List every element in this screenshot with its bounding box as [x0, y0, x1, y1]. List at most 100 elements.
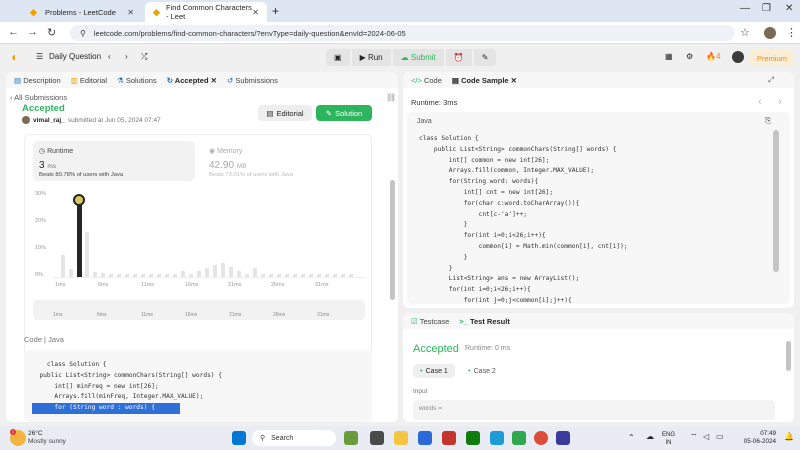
- share-icon[interactable]: ⛓: [386, 93, 396, 102]
- histogram-bar[interactable]: [117, 274, 121, 277]
- solution-button[interactable]: ✎ Solution: [316, 105, 372, 121]
- close-window-icon[interactable]: ✕: [785, 3, 793, 14]
- histogram-bar[interactable]: [309, 274, 313, 277]
- back-icon[interactable]: ←: [8, 26, 19, 38]
- shuffle-icon[interactable]: ⤮: [141, 52, 147, 62]
- prev-problem-icon[interactable]: ‹: [108, 52, 111, 61]
- histogram-bar[interactable]: [349, 274, 353, 277]
- expand-icon[interactable]: ⤢: [768, 75, 774, 85]
- tab-code-sample[interactable]: ▤ Code Sample ✕: [452, 76, 517, 85]
- histogram-bar[interactable]: [109, 274, 113, 277]
- taskbar-search[interactable]: ⚲ Search: [252, 430, 336, 446]
- histogram-bar[interactable]: [133, 274, 137, 277]
- menu-icon[interactable]: ⋮: [786, 26, 797, 39]
- histogram-bar[interactable]: [293, 274, 297, 277]
- submit-button[interactable]: ☁ Submit: [392, 49, 444, 66]
- close-tab-icon[interactable]: ✕: [127, 8, 134, 17]
- edge-icon[interactable]: [490, 431, 504, 445]
- histogram-bar[interactable]: [85, 232, 89, 277]
- app-icon[interactable]: [556, 431, 570, 445]
- tab-test-result[interactable]: >_ Test Result: [459, 317, 510, 326]
- leetcode-logo-icon[interactable]: ◖: [10, 50, 17, 64]
- histogram-bar[interactable]: [213, 265, 217, 277]
- histogram-bar[interactable]: [157, 274, 161, 277]
- url-field[interactable]: ⚲ leetcode.com/problems/find-common-char…: [70, 25, 735, 41]
- runtime-box[interactable]: ◷ Runtime 3 ms Beats 80.78% of users wit…: [33, 141, 195, 181]
- site-info-icon[interactable]: ⚲: [80, 29, 86, 38]
- next-sample-icon[interactable]: ›: [778, 96, 782, 108]
- histogram-bar[interactable]: [181, 271, 185, 277]
- histogram-bar[interactable]: [261, 274, 265, 277]
- app-icon[interactable]: [512, 431, 526, 445]
- bookmark-icon[interactable]: ☆: [740, 26, 750, 39]
- next-problem-icon[interactable]: ›: [125, 52, 128, 61]
- minimize-icon[interactable]: —: [740, 3, 750, 14]
- left-scrollbar[interactable]: [390, 180, 395, 300]
- chevron-up-icon[interactable]: ⌃: [628, 433, 635, 442]
- histogram-bar[interactable]: [93, 272, 97, 277]
- case-1-tab[interactable]: • Case 1: [413, 364, 455, 378]
- case-2-tab[interactable]: • Case 2: [461, 364, 503, 378]
- new-tab-icon[interactable]: +: [272, 4, 279, 18]
- prev-sample-icon[interactable]: ‹: [758, 96, 762, 108]
- histogram-bar[interactable]: [245, 274, 249, 277]
- histogram-bar[interactable]: [101, 273, 105, 277]
- histogram-bar[interactable]: [237, 271, 241, 277]
- histogram-bar[interactable]: [189, 274, 193, 277]
- wifi-icon[interactable]: ⌔: [690, 432, 698, 442]
- app-icon[interactable]: [442, 431, 456, 445]
- copy-icon[interactable]: ⎘: [765, 116, 771, 126]
- avatar[interactable]: [732, 51, 744, 63]
- histogram-bar[interactable]: [333, 274, 337, 277]
- histogram-bar[interactable]: [165, 274, 169, 277]
- histogram-bar[interactable]: [61, 255, 65, 277]
- notes-icon[interactable]: ✎: [473, 49, 497, 66]
- histogram-bar[interactable]: [141, 274, 145, 277]
- avatar[interactable]: [764, 27, 776, 39]
- forward-icon[interactable]: →: [27, 26, 38, 38]
- tab-testcase[interactable]: ☑ Testcase: [411, 317, 449, 326]
- all-submissions-link[interactable]: ‹ All Submissions: [10, 93, 67, 102]
- close-tab-icon[interactable]: ✕: [252, 8, 259, 17]
- task-view-icon[interactable]: [370, 431, 384, 445]
- file-explorer-icon[interactable]: [394, 431, 408, 445]
- histogram-bar[interactable]: [277, 274, 281, 277]
- editorial-button[interactable]: ▤ Editorial: [258, 105, 312, 121]
- tab-editorial[interactable]: ▥ Editorial: [71, 76, 107, 85]
- browser-tab-problems[interactable]: ◆ Problems - LeetCode ✕: [22, 2, 142, 22]
- tab-submissions[interactable]: ↺ Submissions: [227, 76, 278, 85]
- tab-accepted[interactable]: ↻ Accepted ✕: [167, 76, 217, 85]
- input-language[interactable]: ENG IN: [662, 431, 675, 447]
- histogram-bar[interactable]: [325, 274, 329, 277]
- notifications-icon[interactable]: 🔔: [784, 432, 794, 441]
- widget-icon[interactable]: [344, 431, 358, 445]
- reload-icon[interactable]: ↻: [47, 26, 56, 39]
- histogram-bar[interactable]: [301, 274, 305, 277]
- problem-list-icon[interactable]: ☰: [36, 52, 43, 61]
- histogram-bar[interactable]: [317, 274, 321, 277]
- histogram-bar[interactable]: [197, 271, 201, 277]
- username[interactable]: vimal_raj_: [33, 117, 65, 124]
- tab-description[interactable]: ▤ Description: [14, 76, 61, 85]
- volume-icon[interactable]: ◁: [703, 432, 709, 441]
- sample-scrollbar[interactable]: [773, 130, 779, 272]
- premium-button[interactable]: Premium: [750, 50, 794, 66]
- timer-icon[interactable]: ⏰: [445, 49, 472, 66]
- browser-tab-active[interactable]: ◆ Find Common Characters - Leet ✕: [145, 2, 267, 22]
- memory-box[interactable]: ◉ Memory 42.90 MB Beats 73.01% of users …: [203, 141, 363, 181]
- settings-icon[interactable]: ⚙: [686, 52, 693, 61]
- debug-button[interactable]: ▣: [326, 49, 350, 66]
- result-scrollbar[interactable]: [786, 341, 791, 371]
- tab-solutions[interactable]: ⚗ Solutions: [117, 76, 157, 85]
- histogram-bar[interactable]: [173, 274, 177, 277]
- histogram-bar[interactable]: [205, 268, 209, 277]
- tab-code[interactable]: </> Code: [411, 76, 442, 85]
- battery-icon[interactable]: ▭: [716, 432, 724, 441]
- histogram-bar[interactable]: [69, 269, 73, 277]
- xbox-icon[interactable]: [466, 431, 480, 445]
- run-button[interactable]: ▶ Run: [351, 49, 391, 66]
- histogram-bar[interactable]: [149, 274, 153, 277]
- histogram-bar[interactable]: [253, 268, 257, 277]
- histogram-bar[interactable]: [269, 274, 273, 277]
- layout-icon[interactable]: ▦: [665, 52, 673, 61]
